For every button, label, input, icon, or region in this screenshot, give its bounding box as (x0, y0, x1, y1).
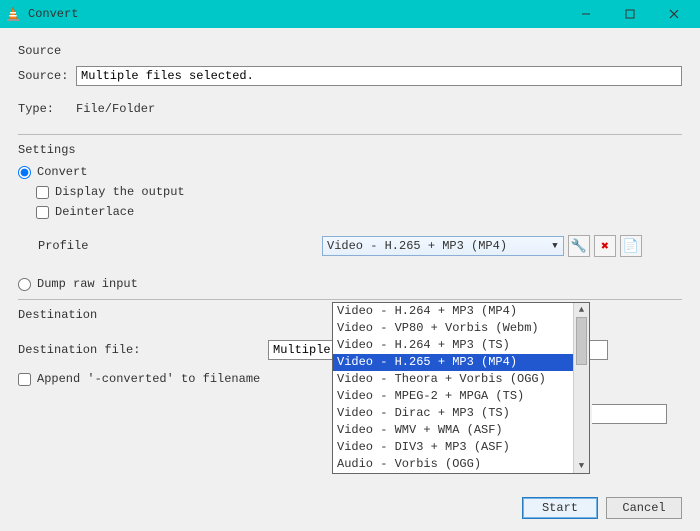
dump-raw-radio[interactable] (18, 278, 31, 291)
destination-file-label: Destination file: (18, 343, 158, 357)
display-output-label: Display the output (55, 185, 185, 199)
dump-raw-label: Dump raw input (37, 277, 138, 291)
maximize-button[interactable] (608, 0, 652, 28)
source-label: Source: (18, 69, 76, 83)
vlc-logo-icon (4, 5, 22, 23)
start-button-label: Start (542, 501, 578, 515)
scroll-down-icon[interactable]: ▼ (574, 459, 589, 473)
type-value: File/Folder (76, 102, 155, 116)
profile-dropdown-list[interactable]: Video - H.264 + MP3 (MP4) Video - VP80 +… (332, 302, 590, 474)
new-profile-button[interactable]: 📄 (620, 235, 642, 257)
append-converted-checkbox[interactable] (18, 373, 31, 386)
profile-option[interactable]: Audio - Vorbis (OGG) (333, 456, 573, 473)
scroll-up-icon[interactable]: ▲ (574, 303, 589, 317)
chevron-down-icon: ▼ (547, 241, 563, 251)
delete-profile-button[interactable]: ✖ (594, 235, 616, 257)
wrench-icon: 🔧 (571, 239, 587, 254)
profile-option-selected[interactable]: Video - H.265 + MP3 (MP4) (333, 354, 573, 371)
profile-option[interactable]: Video - VP80 + Vorbis (Webm) (333, 320, 573, 337)
minimize-button[interactable] (564, 0, 608, 28)
start-button[interactable]: Start (522, 497, 598, 519)
profile-option[interactable]: Video - WMV + WMA (ASF) (333, 422, 573, 439)
cancel-button[interactable]: Cancel (606, 497, 682, 519)
profile-selected-text: Video - H.265 + MP3 (MP4) (323, 239, 547, 253)
window-title: Convert (28, 7, 78, 21)
type-label: Type: (18, 102, 76, 116)
new-profile-icon: 📄 (623, 239, 639, 254)
profile-option[interactable]: Video - Theora + Vorbis (OGG) (333, 371, 573, 388)
deinterlace-checkbox[interactable] (36, 206, 49, 219)
titlebar: Convert (0, 0, 700, 28)
dropdown-scrollbar[interactable]: ▲ ▼ (573, 303, 589, 473)
delete-x-icon: ✖ (601, 239, 609, 254)
append-converted-label: Append '-converted' to filename (37, 372, 260, 386)
separator (18, 134, 682, 135)
close-button[interactable] (652, 0, 696, 28)
destination-file-input-fragment[interactable] (592, 404, 667, 424)
separator-2 (18, 299, 682, 300)
convert-radio-label: Convert (37, 165, 87, 179)
source-input[interactable] (76, 66, 682, 86)
scroll-thumb[interactable] (576, 317, 587, 365)
deinterlace-label: Deinterlace (55, 205, 134, 219)
source-section-label: Source (18, 44, 682, 58)
cancel-button-label: Cancel (622, 501, 665, 515)
profile-option[interactable]: Video - H.264 + MP3 (MP4) (333, 303, 573, 320)
display-output-checkbox[interactable] (36, 186, 49, 199)
convert-radio[interactable] (18, 166, 31, 179)
profile-combobox[interactable]: Video - H.265 + MP3 (MP4) ▼ (322, 236, 564, 256)
profile-label: Profile (38, 239, 98, 253)
settings-section-label: Settings (18, 143, 682, 157)
profile-option[interactable]: Video - Dirac + MP3 (TS) (333, 405, 573, 422)
profile-option[interactable]: Video - MPEG-2 + MPGA (TS) (333, 388, 573, 405)
profile-option[interactable]: Video - DIV3 + MP3 (ASF) (333, 439, 573, 456)
edit-profile-button[interactable]: 🔧 (568, 235, 590, 257)
profile-option[interactable]: Video - H.264 + MP3 (TS) (333, 337, 573, 354)
